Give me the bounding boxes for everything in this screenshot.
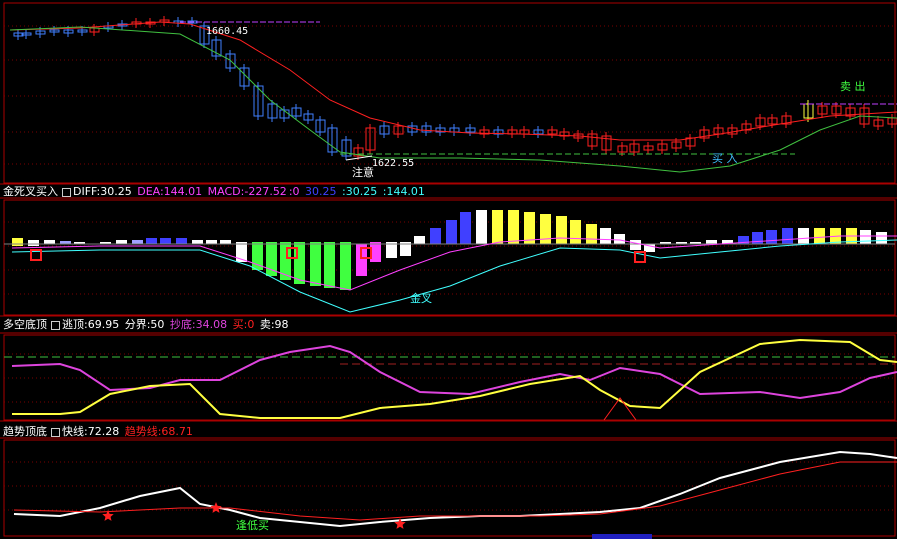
macd-bar-9 bbox=[160, 238, 171, 244]
indicator-chart-canvas bbox=[0, 2, 897, 539]
note-label: 注意 bbox=[352, 166, 374, 179]
macd-bar-32 bbox=[508, 210, 519, 244]
panel-toggle-icon[interactable] bbox=[51, 427, 60, 437]
blue-value: 30.25 bbox=[305, 185, 337, 198]
golden-cross-label: 金叉 bbox=[410, 292, 432, 305]
macd-bar-28 bbox=[446, 220, 457, 244]
fast-line bbox=[13, 450, 897, 528]
macd-bar-20 bbox=[324, 242, 335, 288]
macd-bar-51 bbox=[798, 228, 809, 244]
macd-bar-40 bbox=[630, 240, 641, 250]
scrollbar-thumb bbox=[592, 534, 652, 539]
macd-bar-33 bbox=[524, 212, 535, 244]
macd-bar-10 bbox=[176, 238, 187, 244]
buy-value: 买:0 bbox=[232, 318, 255, 331]
price-high-label: 1660.45 bbox=[206, 26, 249, 37]
buy-on-dip-label: 逢低买 bbox=[236, 519, 269, 532]
cyan-value-2: :144.01 bbox=[382, 185, 425, 198]
macd-bar-29 bbox=[460, 212, 471, 244]
panel-toggle-icon[interactable] bbox=[51, 320, 60, 330]
panel-frame-3 bbox=[3, 334, 896, 421]
low-marker-line bbox=[345, 155, 373, 161]
trend-panel-title: 趋势顶底 bbox=[3, 425, 47, 438]
buy-star-2 bbox=[210, 502, 222, 513]
bull-bear-panel-title: 多空底顶 bbox=[3, 318, 47, 331]
macd-bar-7 bbox=[132, 240, 143, 244]
trend-line-red bbox=[13, 461, 897, 521]
macd-bar-11 bbox=[192, 240, 203, 244]
macd-bar-2 bbox=[44, 240, 55, 244]
bull-bear-panel-header: 多空底顶 逃顶:69.95 分界:50 抄底:34.08 买:0 卖:98 bbox=[3, 318, 291, 332]
macd-bar-37 bbox=[586, 224, 597, 244]
macd-bar-56 bbox=[876, 232, 887, 244]
macd-bar-38 bbox=[600, 228, 611, 244]
macd-panel-title: 金死叉买入 bbox=[3, 185, 58, 198]
zero-value: :0 bbox=[288, 185, 300, 198]
stock-indicator-window: 1660.45 1622.55 注意 卖 出 买 入 金死叉买入 DIFF:30.… bbox=[0, 0, 897, 539]
price-low-label: 1622.55 bbox=[372, 158, 415, 169]
moving-average-line bbox=[9, 21, 897, 141]
diff-value: DIFF:30.25 bbox=[73, 185, 132, 198]
macd-bar-50 bbox=[782, 228, 793, 244]
macd-bar-52 bbox=[814, 228, 825, 244]
buy-signal-label: 买 入 bbox=[712, 152, 738, 165]
macd-bar-55 bbox=[860, 230, 871, 244]
trend-line-value: 趋势线:68.71 bbox=[124, 425, 193, 438]
panel-frame-4 bbox=[3, 439, 896, 537]
macd-bar-45 bbox=[706, 240, 717, 244]
macd-bar-31 bbox=[492, 210, 503, 244]
escape-top-value: 逃顶:69.95 bbox=[62, 318, 120, 331]
bottom-fishing-value: 抄底:34.08 bbox=[169, 318, 228, 331]
panel-toggle-icon[interactable] bbox=[62, 187, 71, 197]
macd-bar-26 bbox=[414, 236, 425, 244]
trend-panel-header: 趋势顶底 快线:72.28 趋势线:68.71 bbox=[3, 425, 195, 439]
macd-bar-0 bbox=[12, 238, 23, 246]
macd-panel-header: 金死叉买入 DIFF:30.25 DEA:144.01 MACD:-227.52:… bbox=[3, 185, 427, 199]
macd-value: MACD:-227.52 bbox=[207, 185, 287, 198]
macd-bar-49 bbox=[766, 230, 777, 244]
macd-bar-8 bbox=[146, 238, 157, 244]
trend-line bbox=[9, 26, 897, 173]
escape-top-line bbox=[12, 338, 897, 419]
dea-value: DEA:144.01 bbox=[137, 185, 203, 198]
macd-bar-1 bbox=[28, 240, 39, 246]
macd-bar-19 bbox=[310, 242, 321, 286]
sell-signal-label: 卖 出 bbox=[840, 80, 866, 93]
macd-bar-21 bbox=[340, 242, 351, 290]
fast-line-value: 快线:72.28 bbox=[62, 425, 120, 438]
macd-bar-39 bbox=[614, 234, 625, 244]
macd-bar-35 bbox=[556, 216, 567, 244]
panel-frame-2 bbox=[3, 199, 896, 316]
cyan-value-1: :30.25 bbox=[342, 185, 378, 198]
boundary-value: 分界:50 bbox=[124, 318, 165, 331]
macd-bar-12 bbox=[206, 240, 217, 244]
macd-bar-13 bbox=[220, 240, 231, 244]
macd-bar-36 bbox=[570, 220, 581, 244]
macd-bar-6 bbox=[116, 240, 127, 244]
macd-bar-30 bbox=[476, 210, 487, 244]
sell-value: 卖:98 bbox=[259, 318, 289, 331]
macd-bar-27 bbox=[430, 228, 441, 244]
